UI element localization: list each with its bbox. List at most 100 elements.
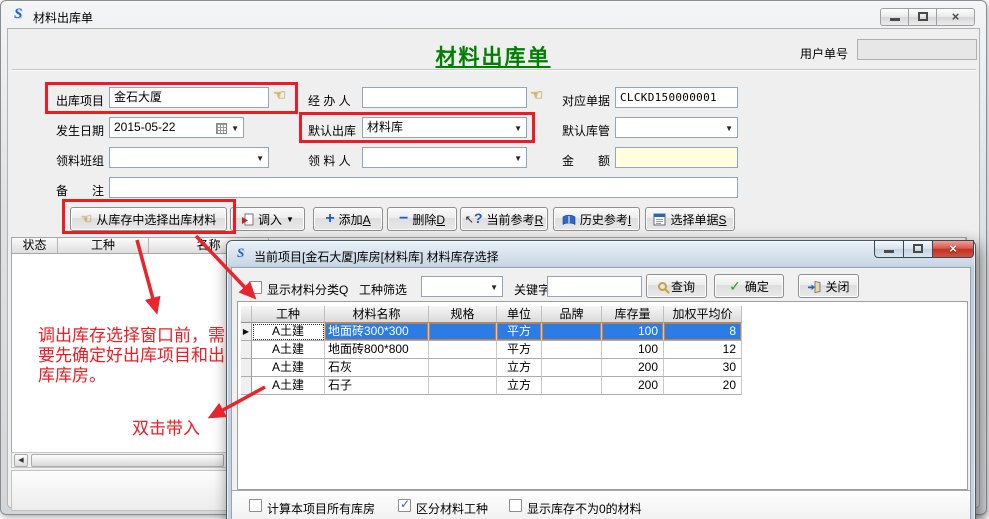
cell-material-name[interactable]: 地面砖800*800	[325, 341, 429, 359]
user-no-field[interactable]	[857, 39, 977, 60]
select-from-stock-label: 从库存中选择出库材料	[96, 211, 216, 228]
cell-spec[interactable]	[429, 359, 497, 377]
select-doc-button[interactable]: 选择单据S	[645, 207, 735, 231]
cell-unit[interactable]: 平方	[497, 323, 542, 341]
user-no-label: 用户单号	[800, 45, 848, 62]
screen: S 材料出库单 × 材料出库单 用户单号 出库项目 金石大厦 ☜ 经 办 人 ☜…	[0, 0, 989, 519]
minimize-button[interactable]	[880, 8, 909, 26]
cell-trade[interactable]: A土建	[252, 323, 325, 341]
table-row-selected[interactable]: ▶ A土建 地面砖300*300 平方 100 8	[241, 323, 742, 341]
project-field[interactable]: 金石大厦	[109, 87, 269, 108]
cell-avg-price[interactable]: 30	[664, 359, 742, 377]
keeper-combo[interactable]: ▼	[615, 117, 738, 138]
popup-minimize-button[interactable]	[874, 240, 904, 258]
add-button[interactable]: + 添加A	[313, 207, 383, 231]
nonzero-checkbox[interactable]	[509, 499, 522, 512]
popup-close-button[interactable]: ×	[932, 240, 974, 258]
warehouse-combo[interactable]: 材料库 ▼	[362, 117, 527, 138]
cell-trade[interactable]: A土建	[252, 377, 325, 395]
column-brand[interactable]: 品牌	[542, 306, 602, 323]
close-popup-button[interactable]: 关闭	[798, 274, 859, 298]
amount-label: 金 额	[562, 152, 610, 169]
select-from-stock-button[interactable]: ☜ 从库存中选择出库材料	[70, 207, 227, 231]
cell-unit[interactable]: 平方	[497, 341, 542, 359]
cell-avg-price[interactable]: 12	[664, 341, 742, 359]
import-doc-icon	[241, 213, 254, 226]
import-button[interactable]: 调入 ▼	[230, 207, 305, 231]
plus-icon: +	[325, 212, 334, 226]
cell-stock-qty[interactable]: 200	[602, 377, 664, 395]
cell-material-name[interactable]: 石子	[325, 377, 429, 395]
project-picker-hand-icon[interactable]: ☜	[273, 88, 286, 104]
cell-avg-price[interactable]: 8	[664, 323, 742, 341]
chevron-down-icon[interactable]: ▼	[231, 125, 239, 133]
current-ref-button[interactable]: ↖? 当前参考R	[460, 207, 548, 231]
chevron-down-icon[interactable]: ▼	[514, 155, 522, 163]
team-combo[interactable]: ▼	[109, 147, 269, 168]
scrollbar-thumb[interactable]	[31, 454, 224, 467]
cell-stock-qty[interactable]: 100	[602, 323, 664, 341]
show-category-checkbox[interactable]	[249, 281, 262, 294]
table-row[interactable]: A土建 地面砖800*800 平方 100 12	[241, 341, 742, 359]
cell-brand[interactable]	[542, 377, 602, 395]
cell-material-name[interactable]: 地面砖300*300	[325, 323, 429, 341]
close-button[interactable]: ×	[936, 8, 975, 26]
cell-brand[interactable]	[542, 323, 602, 341]
calendar-icon[interactable]	[216, 123, 227, 134]
remark-field[interactable]	[109, 177, 738, 198]
cell-unit[interactable]: 立方	[497, 359, 542, 377]
inventory-table-area: 工种 材料名称 规格 单位 品牌 库存量 加权平均价 ▶ A土建 地面砖300*…	[237, 301, 968, 490]
cell-unit[interactable]: 立方	[497, 377, 542, 395]
popup-maximize-button[interactable]	[903, 240, 933, 258]
chevron-down-icon[interactable]: ▼	[514, 125, 522, 133]
cell-trade[interactable]: A土建	[252, 341, 325, 359]
cell-stock-qty[interactable]: 200	[602, 359, 664, 377]
cell-spec[interactable]	[429, 341, 497, 359]
column-trade[interactable]: 工种	[252, 306, 325, 323]
column-trade[interactable]: 工种	[58, 238, 149, 253]
agent-picker-hand-icon[interactable]: ☜	[530, 88, 543, 104]
chevron-down-icon[interactable]: ▼	[490, 284, 498, 292]
keyword-input[interactable]	[547, 276, 642, 297]
trade-filter-combo[interactable]: ▼	[421, 276, 503, 297]
column-stock-qty[interactable]: 库存量	[602, 306, 664, 323]
cell-brand[interactable]	[542, 341, 602, 359]
scroll-left-icon: ◀	[18, 457, 23, 464]
cell-spec[interactable]	[429, 377, 497, 395]
date-field[interactable]: 2015-05-22 ▼	[109, 117, 244, 138]
chevron-down-icon[interactable]: ▼	[286, 215, 294, 224]
cell-avg-price[interactable]: 20	[664, 377, 742, 395]
confirm-button[interactable]: ✓ 确定	[714, 274, 784, 298]
scroll-left-button[interactable]: ◀	[14, 454, 28, 467]
column-avg-price[interactable]: 加权平均价	[664, 306, 742, 323]
calc-all-checkbox[interactable]	[249, 499, 262, 512]
table-row[interactable]: A土建 石子 立方 200 20	[241, 377, 742, 395]
delete-button[interactable]: − 删除D	[387, 207, 457, 231]
cell-stock-qty[interactable]: 100	[602, 341, 664, 359]
table-row[interactable]: A土建 石灰 立方 200 30	[241, 359, 742, 377]
column-material-name[interactable]: 材料名称	[325, 306, 429, 323]
maximize-button[interactable]	[908, 8, 937, 26]
amount-field[interactable]	[615, 147, 738, 168]
cell-spec[interactable]	[429, 323, 497, 341]
agent-field[interactable]	[362, 87, 527, 108]
chevron-down-icon[interactable]: ▼	[256, 155, 264, 163]
history-ref-button[interactable]: 历史参考I	[553, 207, 640, 231]
picker-combo[interactable]: ▼	[362, 147, 527, 168]
column-spec[interactable]: 规格	[429, 306, 497, 323]
column-unit[interactable]: 单位	[497, 306, 542, 323]
row-selector-cell	[241, 359, 252, 377]
exit-door-icon	[807, 280, 821, 293]
query-button[interactable]: 查询	[646, 274, 707, 298]
book-icon	[562, 213, 576, 226]
cell-trade[interactable]: A土建	[252, 359, 325, 377]
cell-material-name[interactable]: 石灰	[325, 359, 429, 377]
chevron-down-icon[interactable]: ▼	[725, 125, 733, 133]
cell-brand[interactable]	[542, 359, 602, 377]
nonzero-label: 显示库存不为0的材料	[527, 500, 642, 517]
close-icon: ×	[933, 241, 973, 257]
doc-no-field[interactable]: CLCKD150000001	[615, 87, 738, 108]
distinguish-checkbox[interactable]: ✓	[398, 499, 411, 512]
annotation-double-click: 双击带入	[132, 419, 200, 439]
column-status[interactable]: 状态	[12, 238, 58, 253]
